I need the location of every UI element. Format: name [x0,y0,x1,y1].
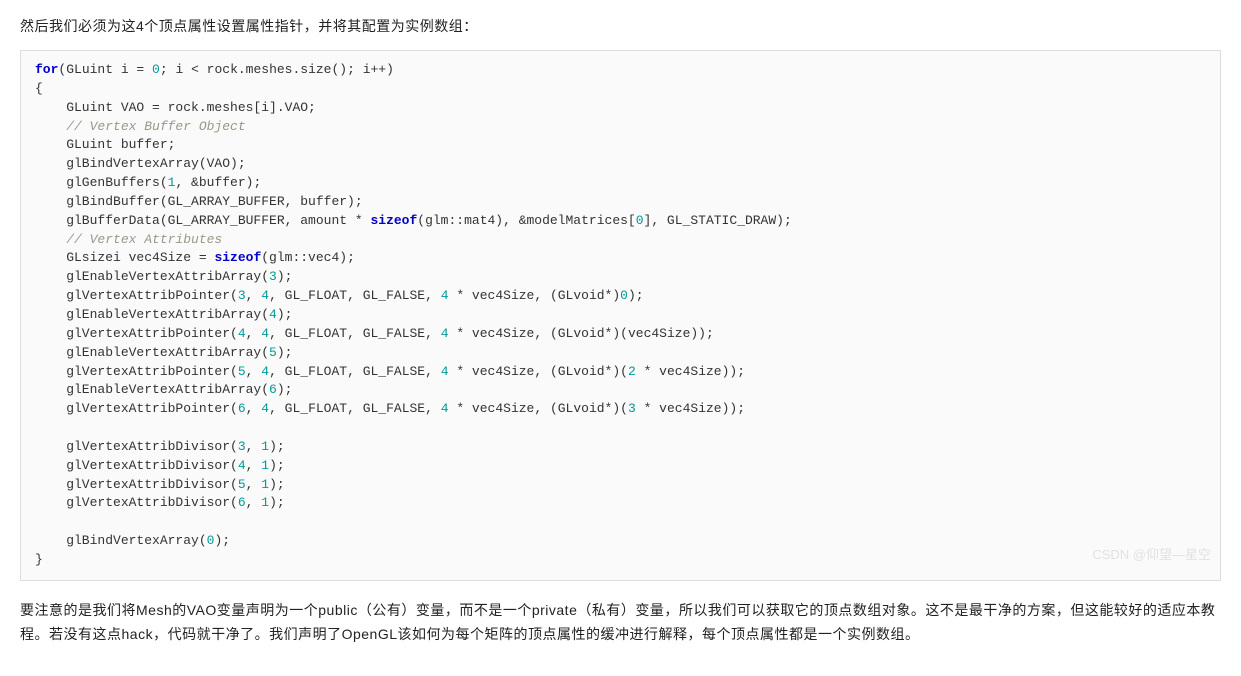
code-num: 4 [269,307,277,322]
code-text: GLuint buffer; [35,137,175,152]
code-text: GLsizei vec4Size = [35,250,214,265]
code-text: } [35,552,43,567]
code-num: 4 [238,326,246,341]
kw-for: for [35,62,58,77]
code-num: 6 [238,401,246,416]
kw-sizeof: sizeof [214,250,261,265]
code-num: 1 [261,477,269,492]
code-num: 0 [152,62,160,77]
code-text: ; i < rock.meshes.size(); i++) [160,62,394,77]
code-text: , [246,495,262,510]
code-num: 3 [238,439,246,454]
code-num: 2 [628,364,636,379]
code-text: glVertexAttribPointer( [35,288,238,303]
code-text: * vec4Size)); [636,364,745,379]
code-text: ); [628,288,644,303]
code-num: 1 [261,439,269,454]
code-text: glVertexAttribDivisor( [35,495,238,510]
code-text: , [246,364,262,379]
code-text: glVertexAttribDivisor( [35,477,238,492]
code-text: glEnableVertexAttribArray( [35,269,269,284]
code-num: 6 [269,382,277,397]
code-text: (glm::vec4); [261,250,355,265]
code-num: 4 [441,326,449,341]
code-text: * vec4Size)); [636,401,745,416]
code-text: glBindVertexArray( [35,533,207,548]
code-text: ); [277,382,293,397]
code-num: 1 [261,458,269,473]
code-text: glBindVertexArray(VAO); [35,156,246,171]
code-text: * vec4Size, (GLvoid*) [449,288,621,303]
code-num: 4 [441,364,449,379]
code-text: , [246,477,262,492]
code-num: 0 [620,288,628,303]
code-text: ); [277,307,293,322]
code-text: , [246,458,262,473]
code-text: glVertexAttribPointer( [35,326,238,341]
code-text: ); [269,439,285,454]
code-text: , GL_FLOAT, GL_FALSE, [269,288,441,303]
code-num: 5 [238,477,246,492]
code-text: glEnableVertexAttribArray( [35,345,269,360]
code-text: , GL_FLOAT, GL_FALSE, [269,401,441,416]
code-text: ); [269,495,285,510]
code-text: * vec4Size, (GLvoid*)( [449,364,628,379]
code-text: GLuint VAO = rock.meshes[i].VAO; [35,100,316,115]
code-num: 4 [261,288,269,303]
code-num: 4 [261,326,269,341]
code-text: ); [269,477,285,492]
code-text: { [35,81,43,96]
code-num: 4 [238,458,246,473]
intro-paragraph: 然后我们必须为这4个顶点属性设置属性指针，并将其配置为实例数组： [20,16,1221,36]
code-text: glEnableVertexAttribArray( [35,382,269,397]
code-num: 6 [238,495,246,510]
code-text: , [246,401,262,416]
code-text: glVertexAttribPointer( [35,364,238,379]
code-text: glVertexAttribDivisor( [35,439,238,454]
code-num: 3 [238,288,246,303]
code-text: , GL_FLOAT, GL_FALSE, [269,326,441,341]
code-text: , [246,288,262,303]
code-text: ); [214,533,230,548]
code-block: for(GLuint i = 0; i < rock.meshes.size()… [20,50,1221,581]
code-num: 4 [441,288,449,303]
code-num: 4 [261,401,269,416]
code-num: 1 [261,495,269,510]
code-text: glEnableVertexAttribArray( [35,307,269,322]
code-text: glVertexAttribDivisor( [35,458,238,473]
code-text: ); [277,269,293,284]
code-text: ); [277,345,293,360]
code-num: 5 [269,345,277,360]
outro-paragraph: 要注意的是我们将Mesh的VAO变量声明为一个public（公有）变量，而不是一… [20,599,1221,647]
code-text: glBufferData(GL_ARRAY_BUFFER, amount * [35,213,370,228]
code-num: 3 [269,269,277,284]
code-num: 5 [238,364,246,379]
code-text: ); [269,458,285,473]
code-text: , &buffer); [175,175,261,190]
code-text: * vec4Size, (GLvoid*)(vec4Size)); [449,326,714,341]
code-num: 4 [441,401,449,416]
code-text: , GL_FLOAT, GL_FALSE, [269,364,441,379]
code-text: * vec4Size, (GLvoid*)( [449,401,628,416]
code-num: 0 [636,213,644,228]
code-text: ], GL_STATIC_DRAW); [644,213,792,228]
code-text: , [246,326,262,341]
code-text: glGenBuffers( [35,175,168,190]
code-text: glVertexAttribPointer( [35,401,238,416]
code-num: 4 [261,364,269,379]
kw-sizeof: sizeof [370,213,417,228]
code-comment: // Vertex Buffer Object [35,119,246,134]
code-text: , [246,439,262,454]
code-num: 3 [628,401,636,416]
code-text: (glm::mat4), &modelMatrices[ [417,213,635,228]
code-comment: // Vertex Attributes [35,232,222,247]
code-text: glBindBuffer(GL_ARRAY_BUFFER, buffer); [35,194,363,209]
code-text: GLuint i = [66,62,152,77]
